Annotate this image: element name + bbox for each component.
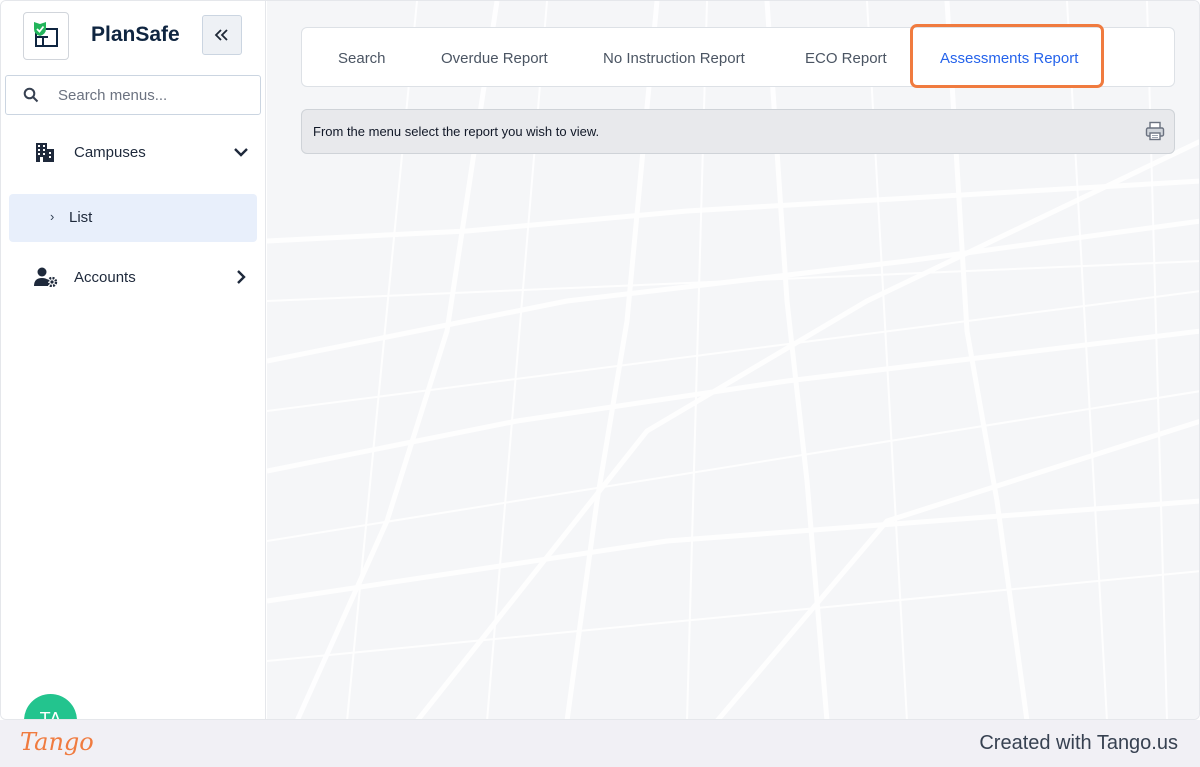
sidebar-subitem-label: List <box>69 209 93 226</box>
user-gear-icon <box>34 267 58 287</box>
tango-footer: Tango Created with Tango.us <box>0 720 1200 767</box>
tango-logo: Tango <box>20 728 94 756</box>
tab-no-instruction-report[interactable]: No Instruction Report <box>603 28 745 88</box>
collapse-sidebar-button[interactable] <box>202 15 242 55</box>
sidebar-subitem-list[interactable]: › List <box>9 194 257 242</box>
sidebar-item-campuses[interactable]: Campuses <box>1 132 266 172</box>
tab-eco-report[interactable]: ECO Report <box>805 28 887 88</box>
info-message-bar: From the menu select the report you wish… <box>301 109 1175 154</box>
sidebar-item-accounts[interactable]: Accounts <box>1 257 266 297</box>
step-highlight-box <box>910 24 1104 88</box>
brand-name: PlanSafe <box>91 23 180 46</box>
info-message-text: From the menu select the report you wish… <box>313 124 600 139</box>
tango-credit-text: Created with Tango.us <box>979 732 1178 754</box>
tab-search[interactable]: Search <box>338 28 386 88</box>
sidebar-item-label: Campuses <box>74 144 146 161</box>
app-window: PlanSafe Campuses <box>0 0 1200 720</box>
sidebar-item-label: Accounts <box>74 269 136 286</box>
search-menus-input[interactable] <box>58 76 253 114</box>
user-avatar[interactable]: TA <box>24 694 77 719</box>
sidebar: PlanSafe Campuses <box>1 1 266 719</box>
chevron-down-icon <box>234 148 248 157</box>
double-chevron-left-icon <box>214 29 228 41</box>
plansafe-logo-icon[interactable] <box>23 12 69 60</box>
main-content: Search Overdue Report No Instruction Rep… <box>267 1 1199 719</box>
tab-overdue-report[interactable]: Overdue Report <box>441 28 548 88</box>
search-icon <box>23 87 39 103</box>
building-icon <box>36 143 54 162</box>
menu-search[interactable] <box>5 75 261 115</box>
chevron-right-icon <box>237 270 246 284</box>
chevron-right-small-icon: › <box>50 209 55 224</box>
printer-icon[interactable] <box>1145 121 1165 141</box>
